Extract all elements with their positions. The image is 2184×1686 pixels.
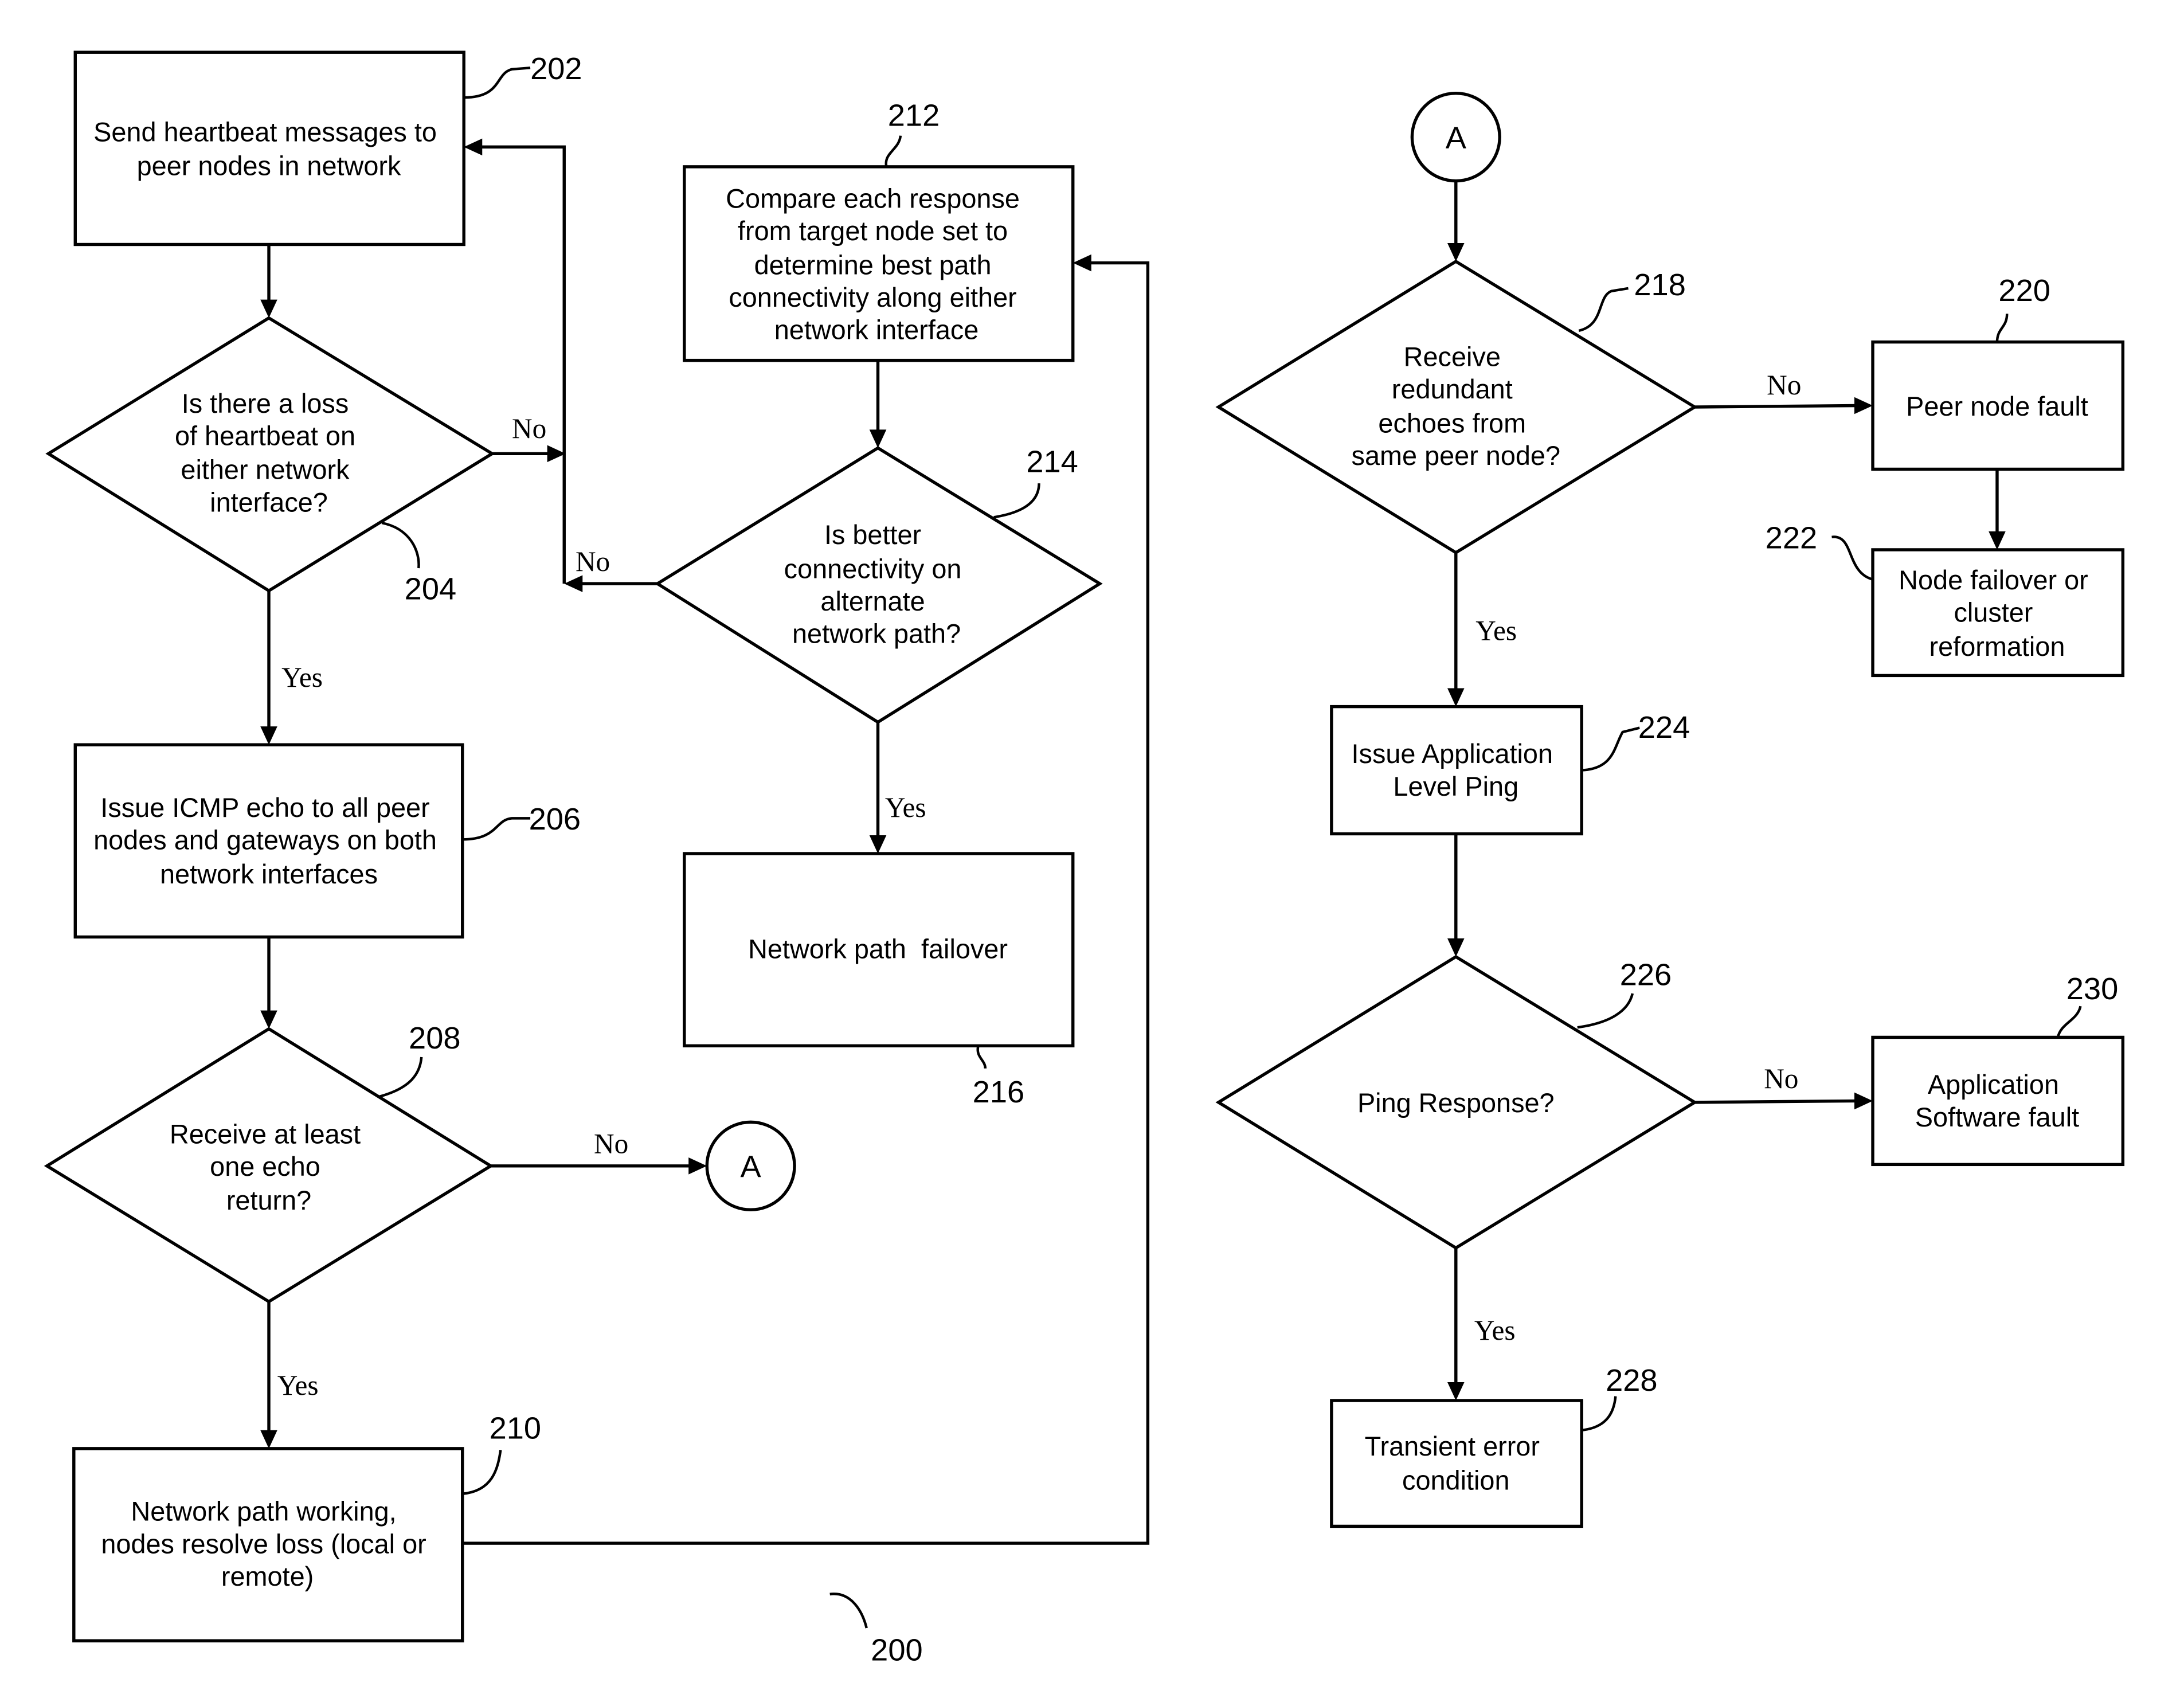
edge-label-204-no: No: [512, 413, 546, 444]
ref-label-224: 224: [1638, 710, 1690, 745]
ref-leader-226: [1577, 993, 1634, 1029]
edge-loop-to-202: [477, 145, 566, 584]
arrowhead-icon: [869, 835, 887, 854]
arrowhead-icon: [1447, 688, 1465, 707]
node-226-ping-response: Ping Response?: [1215, 955, 1698, 1250]
node-212-compare-responses: Compare each response from target node s…: [683, 165, 1075, 362]
figure-number-leader: [829, 1593, 868, 1629]
node-216-network-path-failover: Network path failover: [683, 852, 1075, 1047]
node-222-node-failover: Node failover or cluster reformation: [1871, 548, 2125, 678]
node-208-receive-echo-return: Receive at least one echo return?: [44, 1027, 494, 1304]
node-202-send-heartbeat: Send heartbeat messages to peer nodes in…: [73, 50, 465, 247]
ref-leader-208: [378, 1057, 423, 1098]
ref-label-208: 208: [409, 1021, 460, 1055]
edge-226-no: [1694, 1099, 1857, 1104]
edge-label-208-no: No: [594, 1128, 628, 1160]
edge-label-214-yes: Yes: [885, 792, 926, 823]
ref-label-228: 228: [1606, 1363, 1657, 1398]
ref-leader-204: [381, 521, 420, 569]
node-228-transient-error: Transient error condition: [1330, 1399, 1583, 1528]
flowchart-200: Send heartbeat messages to peer nodes in…: [44, 50, 2125, 1668]
edge-label-208-yes: Yes: [277, 1370, 319, 1401]
connector-a-in-label: A: [1446, 121, 1467, 155]
ref-label-222: 222: [1766, 521, 1817, 556]
node-230-application-software-fault: Application Software fault: [1871, 1035, 2125, 1167]
arrowhead-icon: [869, 429, 887, 448]
ref-leader-224: [1582, 726, 1640, 772]
ref-leader-210: [462, 1449, 502, 1495]
arrowhead-icon: [464, 138, 483, 156]
node-216-text: Network path failover: [748, 934, 1008, 964]
node-226-text: Ping Response?: [1357, 1088, 1555, 1118]
arrowhead-icon: [260, 1010, 277, 1029]
edge-label-226-no: No: [1764, 1063, 1798, 1094]
ref-label-210: 210: [490, 1411, 541, 1446]
arrowhead-icon: [260, 726, 277, 745]
ref-leader-220: [1995, 314, 2009, 342]
ref-leader-228: [1581, 1396, 1617, 1432]
connector-a-out-label: A: [741, 1150, 762, 1184]
edge-label-226-yes: Yes: [1474, 1315, 1516, 1346]
ref-leader-216: [976, 1045, 987, 1069]
arrowhead-icon: [1854, 397, 1873, 414]
node-210-network-path-working: Network path working, nodes resolve loss…: [72, 1447, 464, 1642]
ref-label-204: 204: [405, 572, 456, 606]
arrowhead-icon: [260, 1430, 277, 1449]
arrowhead-icon: [1854, 1092, 1873, 1110]
arrowhead-icon: [1989, 531, 2006, 550]
ref-leader-202: [464, 66, 531, 99]
arrowhead-icon: [564, 575, 583, 592]
ref-leader-218: [1578, 287, 1629, 332]
ref-label-206: 206: [529, 802, 581, 836]
node-220-text: Peer node fault: [1906, 392, 2088, 421]
ref-label-216: 216: [973, 1075, 1024, 1109]
node-214-better-connectivity: Is better connectivity on alternate netw…: [654, 446, 1103, 724]
node-204-loss-of-heartbeat: Is there a loss of heartbeat on either n…: [45, 316, 495, 593]
figure-number: 200: [871, 1633, 922, 1668]
edge-label-214-no: No: [576, 546, 610, 577]
arrowhead-icon: [1447, 1382, 1465, 1401]
node-220-peer-node-fault: Peer node fault: [1871, 340, 2125, 471]
ref-label-218: 218: [1634, 268, 1685, 302]
ref-label-212: 212: [888, 98, 940, 132]
ref-label-220: 220: [1998, 273, 2050, 308]
ref-label-230: 230: [2066, 972, 2118, 1006]
ref-label-226: 226: [1620, 957, 1672, 992]
arrowhead-icon: [1447, 938, 1465, 957]
edge-label-218-no: No: [1767, 369, 1801, 401]
edge-218-no: [1694, 404, 1857, 409]
arrowhead-icon: [1447, 243, 1465, 262]
ref-leader-206: [462, 817, 531, 841]
ref-leader-222: [1831, 535, 1873, 581]
edge-label-204-yes: Yes: [281, 662, 323, 693]
connector-a-out: A: [705, 1120, 796, 1211]
node-224-application-ping: Issue Application Level Ping: [1330, 705, 1583, 836]
arrowhead-icon: [1073, 254, 1091, 272]
node-218-redundant-echoes: Receive redundant echoes from same peer …: [1215, 259, 1698, 555]
ref-label-202: 202: [530, 52, 582, 86]
node-206-issue-icmp-echo: Issue ICMP echo to all peer nodes and ga…: [73, 743, 464, 939]
ref-leader-212: [884, 135, 902, 167]
connector-a-in: A: [1410, 91, 1501, 183]
arrowhead-icon: [688, 1157, 707, 1175]
arrowhead-icon: [260, 299, 277, 318]
edge-label-218-yes: Yes: [1475, 615, 1517, 647]
ref-leader-230: [2056, 1006, 2082, 1038]
ref-leader-214: [993, 483, 1040, 519]
ref-label-214: 214: [1026, 444, 1078, 479]
